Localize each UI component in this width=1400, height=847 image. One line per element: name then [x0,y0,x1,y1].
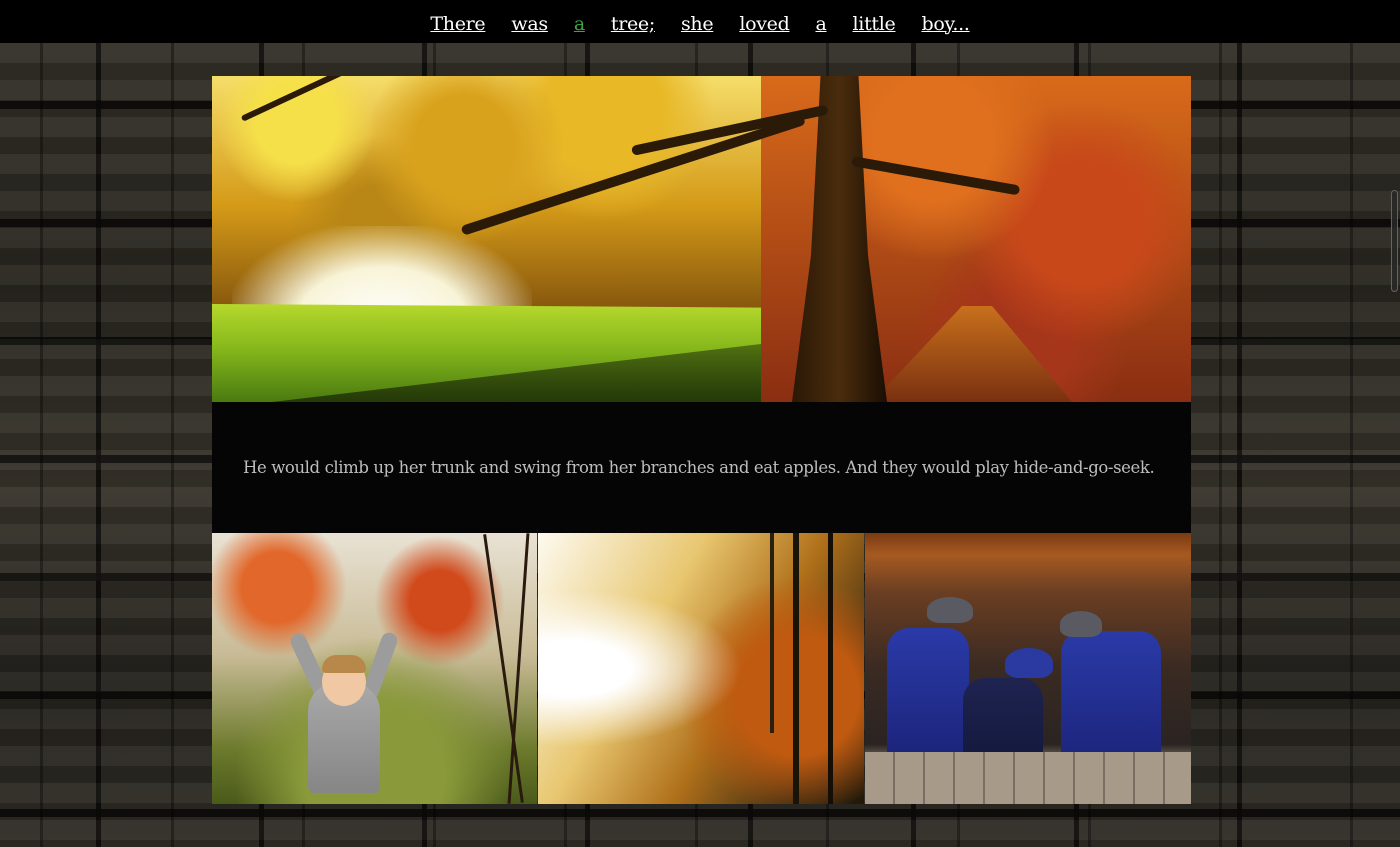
nav-word-boy[interactable]: boy... [921,9,969,35]
photo-boys-on-dock [865,533,1191,804]
wooden-dock [865,752,1191,804]
story-panel: He would climb up her trunk and swing fr… [212,76,1191,804]
story-caption: He would climb up her trunk and swing fr… [243,458,1155,477]
kid-hair [322,655,366,673]
boy-left-coat [887,628,969,758]
photo-boy-cheering [212,533,537,804]
nav-word-loved[interactable]: loved [739,9,789,35]
branch-line [507,533,530,804]
nav-word-she[interactable]: she [681,9,714,35]
scrollbar-thumb[interactable] [1391,190,1398,292]
nav-word-a[interactable]: a [815,9,826,35]
tree-trunk-line [828,533,833,804]
nav-word-little[interactable]: little [853,9,896,35]
caption-box: He would climb up her trunk and swing fr… [212,402,1191,533]
nav-word-tree[interactable]: tree; [611,9,655,35]
tree-trunk-line [793,533,799,804]
boy-left-cap [927,597,973,623]
boy-right-coat [1061,631,1161,766]
nav-word-a-active[interactable]: a [574,9,585,35]
boy-middle-cap [1005,648,1053,678]
nav-word-there[interactable]: There [430,9,485,35]
hero-autumn-tree-image [212,76,1191,402]
tree-trunk-line [770,533,774,733]
photo-sunlit-forest [538,533,864,804]
nav-word-was[interactable]: was [511,9,548,35]
boy-right-cap [1060,611,1102,637]
top-nav-bar: There was a tree; she loved a little boy… [0,0,1400,43]
